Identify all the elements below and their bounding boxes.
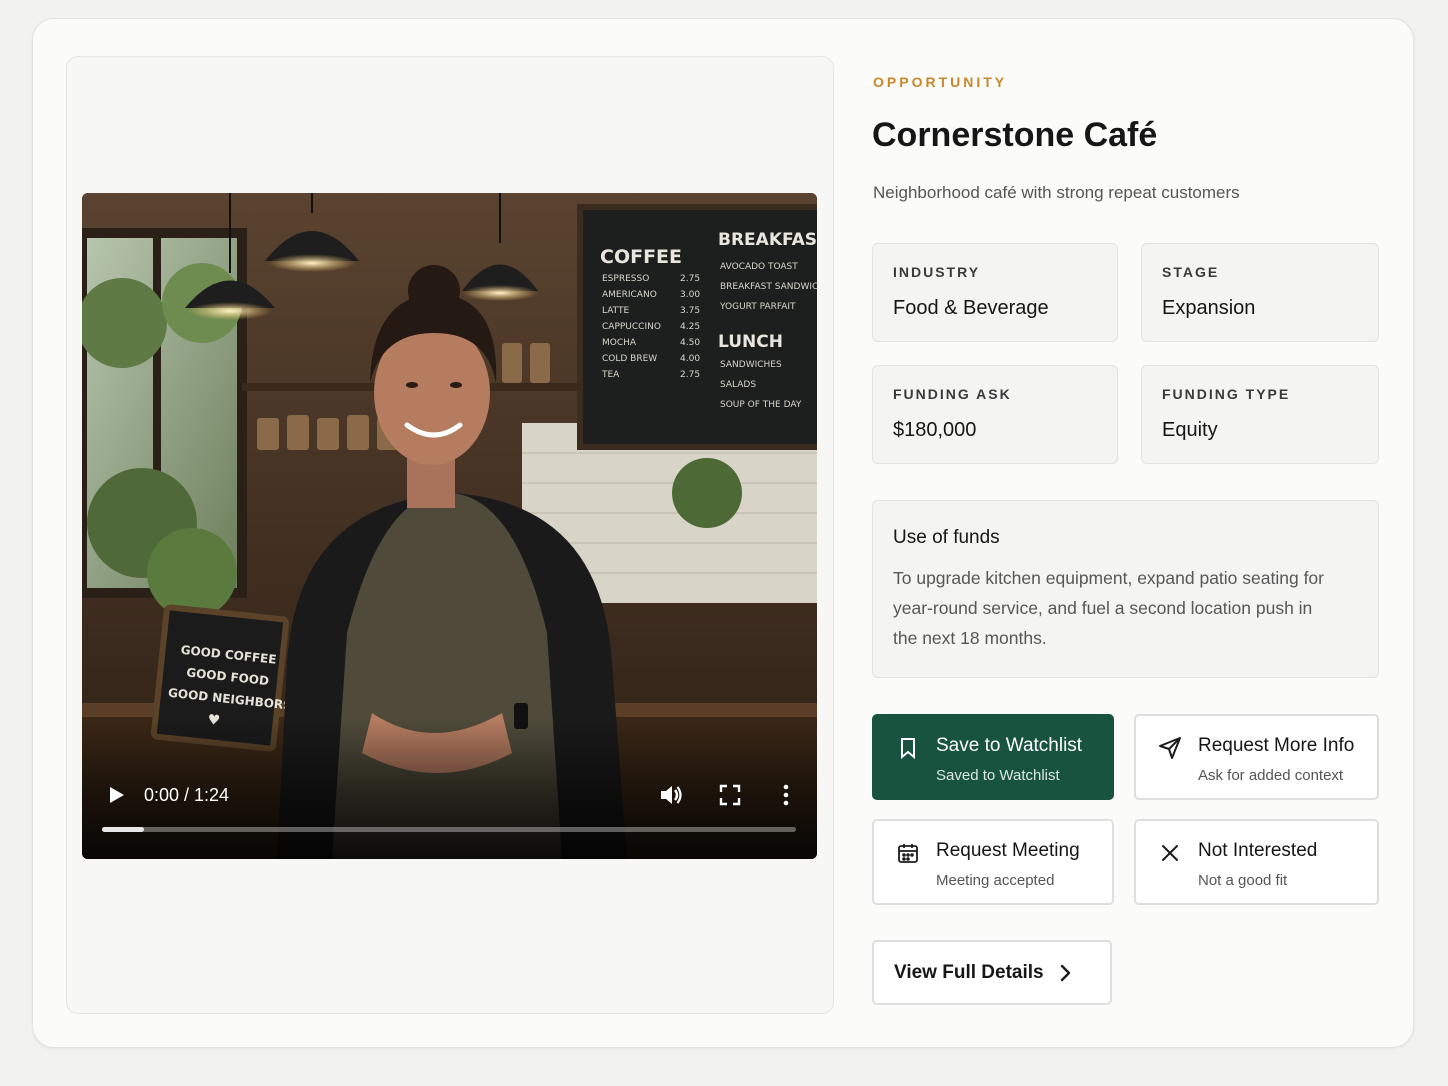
funding-type-label: FUNDING TYPE [1162,386,1291,402]
bookmark-icon [896,736,920,760]
menu-coffee-item-3: CAPPUCCINO [602,322,661,332]
stage-label: STAGE [1162,264,1220,280]
request-meeting-status: Meeting accepted [936,872,1055,889]
not-interested-button[interactable]: Not Interested Not a good fit [1134,819,1379,905]
menu-breakfast-title: BREAKFAST [718,230,817,250]
menu-breakfast-item-1: BREAKFAST SANDWICH [720,282,817,292]
video-progress-bar[interactable] [102,827,796,832]
use-of-funds-body: To upgrade kitchen equipment, expand pat… [893,568,1324,648]
menu-lunch-title: LUNCH [718,332,783,352]
menu-coffee-item-5: COLD BREW [602,354,657,364]
page-title: Cornerstone Café [872,116,1158,154]
calendar-icon [896,841,920,865]
fullscreen-icon[interactable] [719,784,741,806]
menu-lunch-item-2: SOUP OF THE DAY [720,400,802,410]
view-full-details-label: View Full Details [894,962,1044,983]
request-meeting-title: Request Meeting [936,840,1080,861]
section-eyebrow: OPPORTUNITY [873,74,1008,90]
funding-ask-value: $180,000 [893,419,977,441]
funding-type-value: Equity [1162,419,1218,441]
menu-coffee-price-5: 4.00 [680,354,700,364]
send-icon [1158,736,1182,760]
menu-coffee-price-4: 4.50 [680,338,700,348]
menu-coffee-item-6: TEA [601,370,620,380]
stage-card: STAGE Expansion [1141,243,1379,342]
menu-coffee-price-3: 4.25 [680,322,700,332]
request-meeting-button[interactable]: Request Meeting Meeting accepted [872,819,1114,905]
menu-coffee-price-6: 2.75 [680,370,700,380]
funding-ask-card: FUNDING ASK $180,000 [872,365,1118,464]
stage-value: Expansion [1162,297,1256,319]
video-progress-fill [102,827,144,832]
industry-value: Food & Beverage [893,297,1049,319]
not-interested-title: Not Interested [1198,840,1318,861]
view-full-details-button[interactable]: View Full Details [872,940,1112,1005]
request-info-title: Request More Info [1198,735,1355,756]
more-vertical-icon[interactable] [777,783,795,807]
menu-lunch-item-1: SALADS [720,380,756,390]
menu-coffee-title: COFFEE [600,246,682,268]
menu-coffee-item-0: ESPRESSO [602,274,649,284]
menu-coffee-item-1: AMERICANO [602,290,657,300]
use-of-funds-card: Use of funds To upgrade kitchen equipmen… [872,500,1379,678]
page-subtitle: Neighborhood café with strong repeat cus… [873,183,1240,202]
watchlist-status: Saved to Watchlist [936,767,1060,784]
funding-type-card: FUNDING TYPE Equity [1141,365,1379,464]
request-more-info-button[interactable]: Request More Info Ask for added context [1134,714,1379,800]
funding-ask-label: FUNDING ASK [893,386,1012,402]
menu-lunch-item-0: SANDWICHES [720,360,782,370]
menu-coffee-price-1: 3.00 [680,290,700,300]
close-icon [1158,841,1182,865]
save-to-watchlist-button[interactable]: Save to Watchlist Saved to Watchlist [872,714,1114,800]
use-of-funds-heading: Use of funds [893,527,1000,548]
request-info-sub: Ask for added context [1198,767,1344,784]
industry-card: INDUSTRY Food & Beverage [872,243,1118,342]
video-player[interactable]: COFFEE BREAKFAST LUNCH ESPRESSO AMERICANO… [82,193,817,859]
video-time: 0:00 / 1:24 [144,785,230,805]
not-interested-sub: Not a good fit [1198,872,1288,889]
chevron-right-icon [1056,963,1074,983]
menu-breakfast-item-2: YOGURT PARFAIT [719,302,796,312]
play-icon[interactable] [104,783,128,807]
menu-breakfast-item-0: AVOCADO TOAST [720,262,798,272]
menu-coffee-item-2: LATTE [602,306,630,316]
watchlist-title: Save to Watchlist [936,735,1083,756]
menu-coffee-price-2: 3.75 [680,306,700,316]
volume-icon[interactable] [658,782,684,808]
industry-label: INDUSTRY [893,264,981,280]
menu-coffee-price-0: 2.75 [680,274,700,284]
menu-coffee-item-4: MOCHA [602,338,637,348]
